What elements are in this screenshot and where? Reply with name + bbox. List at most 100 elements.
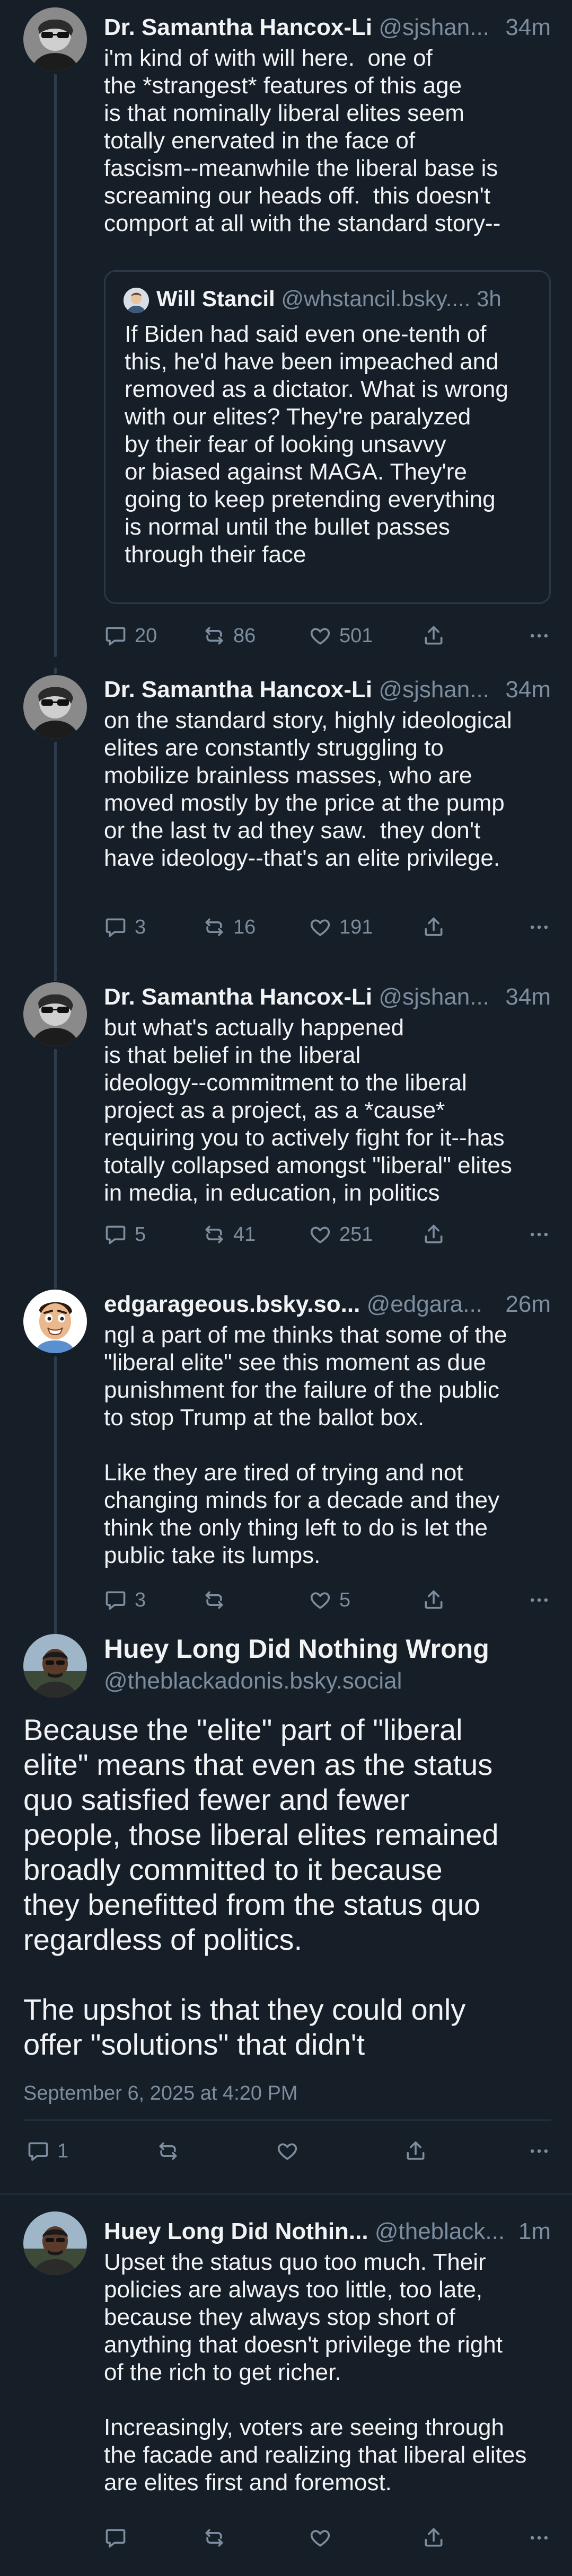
handle[interactable]: @theblackadonis.bsky.social — [104, 1666, 402, 1696]
repost-button[interactable] — [203, 1584, 233, 1616]
speech-bubble-icon — [104, 1588, 127, 1612]
thread-line — [54, 668, 57, 674]
thread-post[interactable]: edgarageous.bsky.so... @edgara... 26m ng… — [0, 1282, 572, 1653]
more-button[interactable] — [527, 2522, 551, 2554]
repost-arrows-icon — [203, 916, 226, 939]
quote-header: Will Stancil @whstancil.bsky.... 3h — [156, 283, 536, 314]
repost-arrows-icon — [203, 2526, 226, 2550]
thread-line — [54, 74, 57, 657]
reply-button[interactable]: 20 — [104, 620, 157, 652]
like-button[interactable] — [309, 2522, 332, 2554]
ellipsis-icon — [527, 1588, 551, 1612]
reply-button[interactable]: 5 — [104, 1219, 146, 1250]
thread-post[interactable]: Dr. Samantha Hancox-Li @sjshan... 34m i'… — [0, 0, 572, 668]
speech-bubble-icon — [104, 1223, 127, 1246]
handle[interactable]: @sjshan... — [379, 677, 489, 703]
reply-post[interactable]: Huey Long Did Nothin... @theblack... 1m … — [0, 2209, 572, 2576]
divider — [0, 2193, 572, 2195]
share-upload-icon — [404, 2139, 427, 2163]
repost-button[interactable]: 41 — [203, 1219, 256, 1250]
handle: @whstancil.bsky.... — [281, 286, 471, 311]
avatar[interactable] — [23, 2211, 87, 2275]
post-actions: 1 — [27, 2135, 551, 2167]
share-button[interactable] — [422, 2522, 445, 2554]
repost-button[interactable]: 16 — [203, 911, 256, 943]
ellipsis-icon — [527, 916, 551, 939]
repost-button[interactable]: 86 — [203, 620, 256, 652]
share-upload-icon — [422, 2526, 445, 2550]
handle[interactable]: @sjshan... — [379, 14, 489, 40]
like-button[interactable]: 5 — [309, 1584, 350, 1616]
like-count: 191 — [339, 916, 373, 938]
ellipsis-icon — [527, 1223, 551, 1246]
like-button[interactable]: 501 — [309, 620, 373, 652]
post-text: but what's actually happened is that bel… — [104, 1015, 512, 1206]
like-button[interactable]: 191 — [309, 911, 373, 943]
post-timestamp[interactable]: September 6, 2025 at 4:20 PM — [23, 2082, 298, 2105]
quote-text: If Biden had said even one-tenth of this… — [125, 321, 508, 567]
avatar[interactable] — [23, 675, 87, 739]
post-header: edgarageous.bsky.so... @edgara... 26m — [104, 1289, 551, 1320]
share-upload-icon — [422, 916, 445, 939]
post-header: Dr. Samantha Hancox-Li @sjshan... 34m — [104, 981, 551, 1013]
reply-button[interactable]: 3 — [104, 1584, 146, 1616]
heart-icon — [276, 2139, 299, 2163]
repost-arrows-icon — [203, 624, 226, 647]
post-time[interactable]: 1m — [512, 2216, 551, 2248]
thread-line — [54, 1356, 57, 1642]
focused-post: Huey Long Did Nothing Wrong @theblackado… — [0, 1632, 572, 2215]
repost-button[interactable] — [203, 2522, 226, 2554]
display-name[interactable]: Dr. Samantha Hancox-Li — [104, 984, 372, 1010]
handle[interactable]: @edgara... — [367, 1291, 482, 1317]
display-name[interactable]: Dr. Samantha Hancox-Li — [104, 14, 372, 40]
post-time[interactable]: 34m — [499, 12, 551, 43]
thread-line — [54, 1049, 57, 1282]
repost-count: 41 — [233, 1223, 256, 1246]
more-button[interactable] — [527, 620, 551, 652]
share-button[interactable] — [404, 2135, 427, 2167]
share-button[interactable] — [422, 911, 445, 943]
speech-bubble-icon — [104, 916, 127, 939]
thread-line — [54, 742, 57, 975]
repost-count: 86 — [233, 624, 256, 647]
handle[interactable]: @sjshan... — [379, 984, 489, 1010]
post-time[interactable]: 34m — [499, 981, 551, 1013]
more-button[interactable] — [527, 911, 551, 943]
share-button[interactable] — [422, 1584, 445, 1616]
thread-post[interactable]: Dr. Samantha Hancox-Li @sjshan... 34m bu… — [0, 975, 572, 1282]
thread-line — [54, 975, 57, 981]
post-time[interactable]: 34m — [499, 674, 551, 706]
like-button[interactable] — [276, 2135, 299, 2167]
reply-button[interactable]: 1 — [27, 2135, 68, 2167]
display-name[interactable]: Huey Long Did Nothin... — [104, 2218, 368, 2244]
repost-button[interactable] — [156, 2135, 180, 2167]
avatar — [124, 288, 149, 313]
quote-post[interactable]: Will Stancil @whstancil.bsky.... 3h If B… — [104, 270, 551, 604]
reply-button[interactable] — [104, 2522, 127, 2554]
handle[interactable]: @theblack... — [375, 2218, 505, 2244]
more-button[interactable] — [527, 1219, 551, 1250]
more-button[interactable] — [527, 1584, 551, 1616]
avatar[interactable] — [23, 1634, 87, 1698]
reply-count: 3 — [135, 916, 146, 938]
thread-line — [54, 1282, 57, 1289]
avatar[interactable] — [23, 982, 87, 1046]
post-actions: 3 16 191 — [104, 911, 551, 943]
reply-button[interactable]: 3 — [104, 911, 146, 943]
display-name[interactable]: Dr. Samantha Hancox-Li — [104, 677, 372, 703]
share-button[interactable] — [422, 620, 445, 652]
speech-bubble-icon — [27, 2139, 50, 2163]
post-text: Upset the status quo too much. Their pol… — [104, 2249, 527, 2495]
display-name[interactable]: edgarageous.bsky.so... — [104, 1291, 360, 1317]
post-time[interactable]: 26m — [499, 1289, 551, 1320]
divider — [23, 2119, 551, 2121]
display-name[interactable]: Huey Long Did Nothing Wrong — [104, 1632, 489, 1666]
thread-post[interactable]: Dr. Samantha Hancox-Li @sjshan... 34m on… — [0, 668, 572, 975]
like-button[interactable]: 251 — [309, 1219, 373, 1250]
avatar[interactable] — [23, 1290, 87, 1353]
more-button[interactable] — [527, 2135, 551, 2167]
avatar[interactable] — [23, 7, 87, 71]
reply-count: 3 — [135, 1588, 146, 1611]
share-button[interactable] — [422, 1219, 445, 1250]
ellipsis-icon — [527, 624, 551, 647]
